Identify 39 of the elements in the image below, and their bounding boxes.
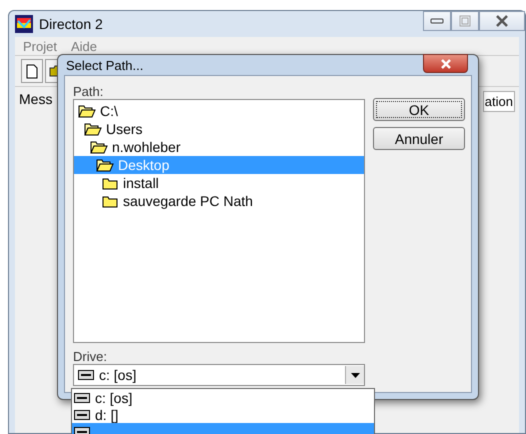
open-folder-icon [96,158,114,172]
folder-icon [102,176,119,190]
dialog-button[interactable]: Annuler [373,127,465,150]
menu-item[interactable]: Aide [70,38,97,54]
document-icon [26,64,38,78]
close-icon [440,58,452,68]
folder-item[interactable]: sauvegarde PC Nath [74,192,364,210]
close-icon [495,15,509,27]
dialog-title: Select Path... [66,58,144,72]
drive-label: Drive: [73,349,108,364]
drive-icon [74,426,90,434]
path-label: Path: [73,84,104,99]
open-folder-icon [90,140,108,154]
drive-dropdown[interactable]: c: [os] [73,364,365,386]
caret-icon [350,372,360,378]
folder-item[interactable]: Users [74,120,364,138]
dialog-button[interactable]: OK [373,98,465,121]
open-folder-icon [84,122,102,136]
menu-item[interactable]: Projet [23,38,57,54]
drive-icon [78,370,94,380]
panel-tab[interactable]: Mess [19,91,52,107]
folder-item[interactable]: install [74,174,364,192]
close-button[interactable] [423,54,468,73]
close-button[interactable] [479,11,525,31]
minimize-icon [430,17,444,25]
folder-item[interactable]: C:\ [74,102,364,120]
minimize-button[interactable] [423,11,451,31]
panel-tab[interactable]: ation [482,91,515,112]
folder-item[interactable]: n.wohleber [74,138,364,156]
app-icon [15,15,33,33]
drive-icon [74,410,90,420]
folder-icon [102,194,119,208]
new-file-button[interactable] [21,59,43,83]
drive-icon [74,392,90,402]
maximize-icon [459,15,471,27]
drive-option[interactable]: d: [] [72,406,374,423]
window-title: Directon 2 [39,16,103,32]
drive-option[interactable]: c: [os] [72,389,374,406]
open-folder-icon [78,104,96,118]
